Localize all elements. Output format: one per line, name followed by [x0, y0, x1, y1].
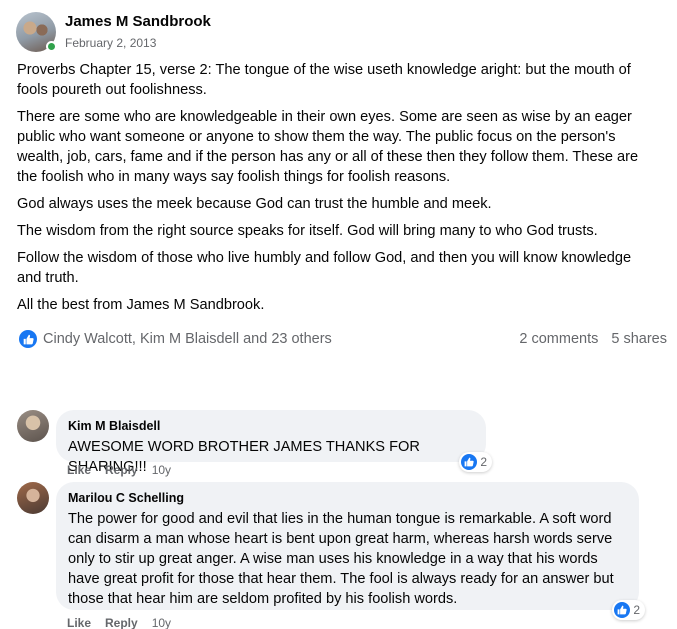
author-avatar[interactable]: [16, 12, 57, 52]
comment-author[interactable]: Kim M Blaisdell: [68, 418, 474, 434]
post-paragraph: Proverbs Chapter 15, verse 2: The tongue…: [17, 62, 631, 98]
shares-count-link[interactable]: 5 shares: [611, 331, 667, 347]
reactor-names-link[interactable]: Cindy Walcott, Kim M Blaisdell and 23 ot…: [43, 331, 332, 347]
comment-text: The power for good and evil that lies in…: [68, 511, 614, 607]
post-paragraph: God always uses the meek because God can…: [17, 196, 492, 212]
commenter-avatar[interactable]: [17, 482, 49, 514]
post-paragraph: Follow the wisdom of those who live humb…: [17, 250, 632, 286]
comments-count-link[interactable]: 2 comments: [519, 331, 598, 347]
comment-bubble: Marilou C Schelling The power for good a…: [56, 482, 645, 620]
comment-age[interactable]: 10y: [152, 463, 171, 477]
author-name[interactable]: James M Sandbrook: [65, 13, 211, 31]
comment-reaction-count: 2: [633, 603, 640, 617]
author-block: James M Sandbrook February 2, 2013: [65, 13, 211, 50]
like-icon[interactable]: [19, 330, 37, 348]
comment-item: Kim M Blaisdell AWESOME WORD BROTHER JAM…: [17, 410, 492, 475]
comment-reactions[interactable]: 2: [459, 452, 492, 472]
comment-reply-button[interactable]: Reply: [105, 463, 138, 477]
online-status-icon: [46, 41, 57, 52]
post-paragraph: All the best from James M Sandbrook.: [17, 297, 265, 313]
engagement-counts: 2 comments 5 shares: [519, 331, 667, 347]
like-icon: [461, 454, 478, 470]
commenter-avatar[interactable]: [17, 410, 49, 442]
post-paragraph: The wisdom from the right source speaks …: [17, 223, 598, 239]
like-icon: [614, 602, 631, 618]
comment-age[interactable]: 10y: [152, 616, 171, 629]
post-header: James M Sandbrook February 2, 2013: [16, 12, 211, 52]
comment-reactions[interactable]: 2: [612, 600, 645, 620]
comment-like-button[interactable]: Like: [67, 616, 91, 629]
comment-like-button[interactable]: Like: [67, 463, 91, 477]
comment-reaction-count: 2: [480, 455, 487, 469]
post-paragraph: There are some who are knowledgeable in …: [17, 109, 639, 185]
comment-bubble: Kim M Blaisdell AWESOME WORD BROTHER JAM…: [56, 410, 492, 475]
comment-item: Marilou C Schelling The power for good a…: [17, 482, 645, 620]
reactions-summary: Cindy Walcott, Kim M Blaisdell and 23 ot…: [19, 328, 667, 350]
comment-actions: Like Reply 10y: [67, 616, 171, 629]
comment-author[interactable]: Marilou C Schelling: [68, 490, 627, 506]
comment-reply-button[interactable]: Reply: [105, 616, 138, 629]
comment-actions: Like Reply 10y: [67, 463, 171, 477]
post-date[interactable]: February 2, 2013: [65, 36, 211, 50]
post-body: Proverbs Chapter 15, verse 2: The tongue…: [17, 60, 657, 322]
